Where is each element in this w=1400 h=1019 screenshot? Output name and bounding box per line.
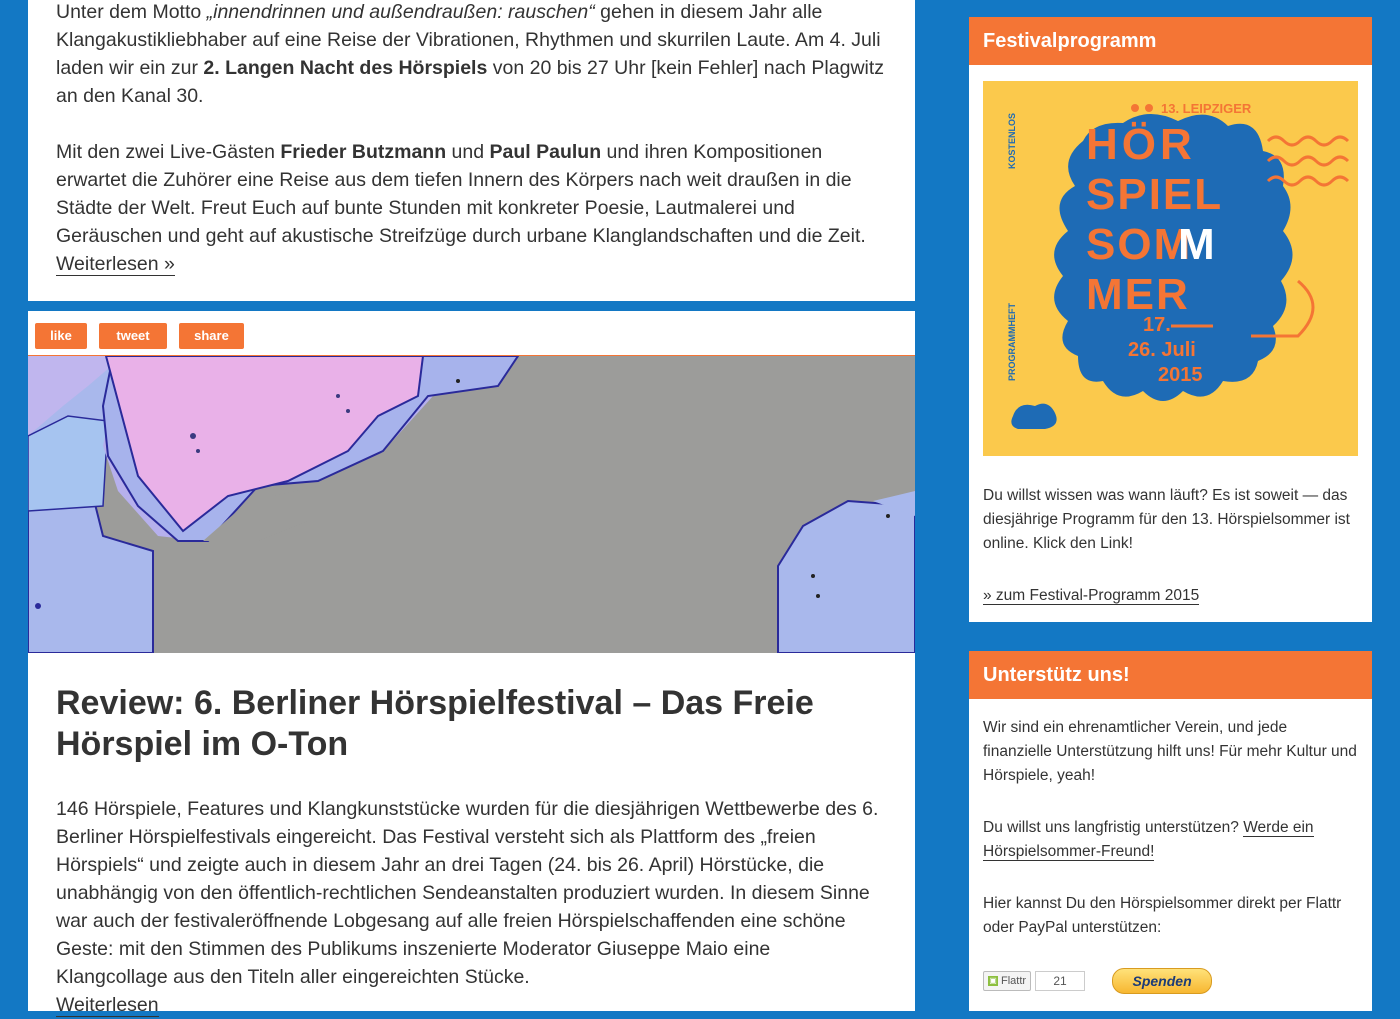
festival-program-widget: Festivalprogramm 13. LEIPZIGER HÖR SPIEL… bbox=[969, 17, 1372, 622]
read-more-link[interactable]: Weiterlesen » bbox=[56, 253, 175, 276]
post-paragraph-1: Unter dem Motto „innendrinnen und außend… bbox=[56, 0, 887, 110]
post-excerpt-card: Unter dem Motto „innendrinnen und außend… bbox=[28, 0, 915, 301]
poster-date-1: 17. bbox=[1143, 314, 1171, 336]
post-paragraph-2-text: Mit den zwei Live-Gästen Frieder Butzman… bbox=[56, 141, 866, 247]
support-text-3: Hier kannst Du den Hörspielsommer direkt… bbox=[983, 895, 1342, 936]
poster-word-1: HÖR bbox=[1086, 120, 1196, 169]
support-text-2-lead: Du willst uns langfristig unterstützen? bbox=[983, 819, 1244, 836]
poster-word-4: MER bbox=[1086, 270, 1190, 319]
paypal-donate-button[interactable]: Spenden bbox=[1112, 968, 1213, 994]
poster-date-2: 26. Juli bbox=[1128, 339, 1196, 361]
share-button[interactable]: share bbox=[179, 323, 244, 349]
flattr-button[interactable]: ▣ Flattr bbox=[983, 971, 1032, 991]
post-teaser-image[interactable] bbox=[28, 356, 915, 653]
post-excerpt-text: 146 Hörspiele, Features und Klangkunstst… bbox=[56, 798, 879, 988]
poster-word-3: SOM bbox=[1086, 220, 1192, 269]
text-run: 2. Langen Nacht des Hörspiels bbox=[203, 57, 488, 79]
poster-year: 2015 bbox=[1158, 364, 1203, 386]
share-bar: like tweet share bbox=[28, 311, 915, 356]
read-more-link-2[interactable]: Weiterlesen bbox=[56, 994, 159, 1017]
post-excerpt: 146 Hörspiele, Features und Klangkunstst… bbox=[56, 795, 887, 1019]
festival-program-link[interactable]: » zum Festival-Programm 2015 bbox=[983, 587, 1200, 605]
support-widget: Unterstütz uns! Wir sind ein ehrenamtlic… bbox=[969, 651, 1372, 1011]
support-text-2: Du willst uns langfristig unterstützen? … bbox=[983, 816, 1358, 864]
poster-word-3b: M bbox=[1178, 220, 1215, 269]
flattr-count: 21 bbox=[1035, 971, 1086, 991]
poster-subtitle: 13. LEIPZIGER bbox=[1161, 101, 1252, 116]
poster-word-2: SPIEL bbox=[1086, 170, 1223, 219]
widget-body: Wir sind ein ehrenamtlicher Verein, und … bbox=[969, 699, 1372, 994]
festival-poster[interactable]: 13. LEIPZIGER HÖR SPIEL SOM M MER 17. 26… bbox=[983, 81, 1358, 456]
like-button[interactable]: like bbox=[35, 323, 87, 349]
text-run: „innendrinnen und außendraußen: rauschen… bbox=[206, 1, 595, 23]
text-run: und bbox=[446, 141, 490, 163]
poster-side-label-1: KOSTENLOS bbox=[1007, 113, 1017, 169]
support-text-1: Wir sind ein ehrenamtlicher Verein, und … bbox=[983, 719, 1357, 784]
post-card: like tweet share Review: 6. Berliner Hör… bbox=[28, 311, 915, 1017]
festival-program-link-wrap: » zum Festival-Programm 2015 bbox=[983, 584, 1358, 608]
main-column: Unter dem Motto „innendrinnen und außend… bbox=[28, 0, 915, 1017]
post-paragraph-2: Mit den zwei Live-Gästen Frieder Butzman… bbox=[56, 138, 887, 278]
festival-program-text: Du willst wissen was wann läuft? Es ist … bbox=[983, 487, 1350, 552]
widget-body: Du willst wissen was wann läuft? Es ist … bbox=[969, 456, 1372, 608]
donate-buttons: ▣ Flattr 21 Spenden bbox=[983, 968, 1358, 994]
text-run: Unter dem Motto bbox=[56, 1, 207, 23]
text-run: Paul Paulun bbox=[489, 141, 602, 163]
text-run: Frieder Butzmann bbox=[280, 141, 447, 163]
tweet-button[interactable]: tweet bbox=[99, 323, 167, 349]
flattr-label: Flattr bbox=[1001, 975, 1027, 987]
post-title[interactable]: Review: 6. Berliner Hörspielfestival – D… bbox=[56, 683, 887, 765]
poster-side-label-2: PROGRAMMHEFT bbox=[1007, 303, 1017, 381]
widget-title: Festivalprogramm bbox=[969, 17, 1372, 65]
flattr-icon: ▣ bbox=[988, 976, 998, 986]
widget-title: Unterstütz uns! bbox=[969, 651, 1372, 699]
text-run: Mit den zwei Live-Gästen bbox=[56, 141, 281, 163]
